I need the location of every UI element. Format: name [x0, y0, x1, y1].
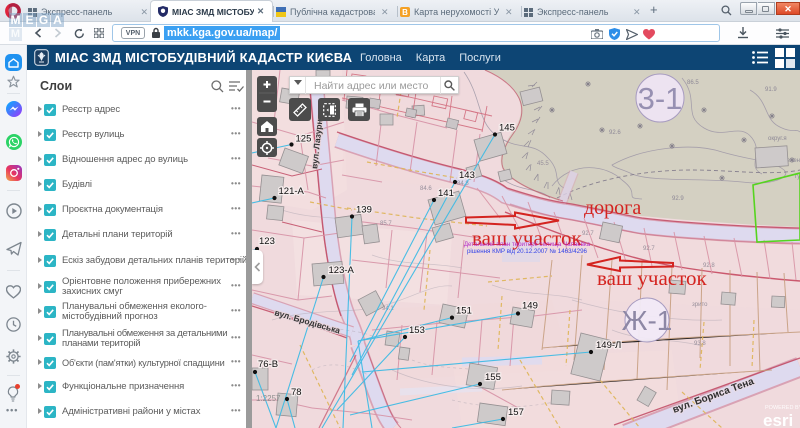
svg-text:92.7: 92.7: [643, 246, 655, 252]
svg-text:155: 155: [485, 372, 501, 383]
svg-text:91.9: 91.9: [765, 87, 777, 93]
svg-text:Ж-1: Ж-1: [622, 305, 673, 336]
svg-text:зрито: зрито: [692, 302, 708, 308]
svg-text:125: 125: [296, 134, 312, 145]
svg-text:78: 78: [291, 387, 302, 398]
svg-text:86.5: 86.5: [687, 80, 699, 86]
svg-text:85.7: 85.7: [380, 221, 392, 227]
svg-text:153: 153: [409, 325, 425, 336]
svg-text:esri: esri: [763, 411, 793, 428]
svg-text:84.6: 84.6: [420, 186, 432, 192]
svg-text:141: 141: [438, 188, 454, 199]
svg-text:143: 143: [459, 170, 475, 181]
svg-text:3-1: 3-1: [638, 81, 683, 116]
svg-text:рішення КМР від 20.12.2007 № 1: рішення КМР від 20.12.2007 № 1463/4296: [467, 248, 588, 255]
svg-text:1:2257: 1:2257: [256, 394, 281, 403]
svg-text:ваш участок: ваш участок: [597, 266, 707, 290]
svg-text:B: B: [402, 8, 408, 17]
svg-text:145: 145: [499, 123, 515, 134]
svg-text:92.7: 92.7: [582, 231, 594, 237]
svg-text:45.5: 45.5: [537, 161, 549, 167]
svg-text:123-А: 123-А: [329, 265, 355, 276]
svg-text:151: 151: [456, 306, 472, 317]
svg-text:139: 139: [356, 205, 372, 216]
svg-text:123: 123: [259, 236, 275, 247]
svg-text:92.6: 92.6: [609, 130, 621, 136]
svg-text:121-А: 121-А: [279, 186, 305, 197]
svg-text:76-В: 76-В: [258, 359, 278, 370]
svg-text:93.8: 93.8: [694, 341, 706, 347]
svg-text:Детальний план території селищ: Детальний план території селища Чапаєвка: [464, 241, 591, 248]
svg-text:149: 149: [522, 301, 538, 312]
svg-text:округ.я: округ.я: [768, 136, 787, 142]
svg-text:149-Л: 149-Л: [596, 340, 621, 351]
svg-text:92.9: 92.9: [672, 196, 684, 202]
svg-text:157: 157: [508, 407, 524, 418]
svg-text:дорога: дорога: [584, 197, 641, 219]
